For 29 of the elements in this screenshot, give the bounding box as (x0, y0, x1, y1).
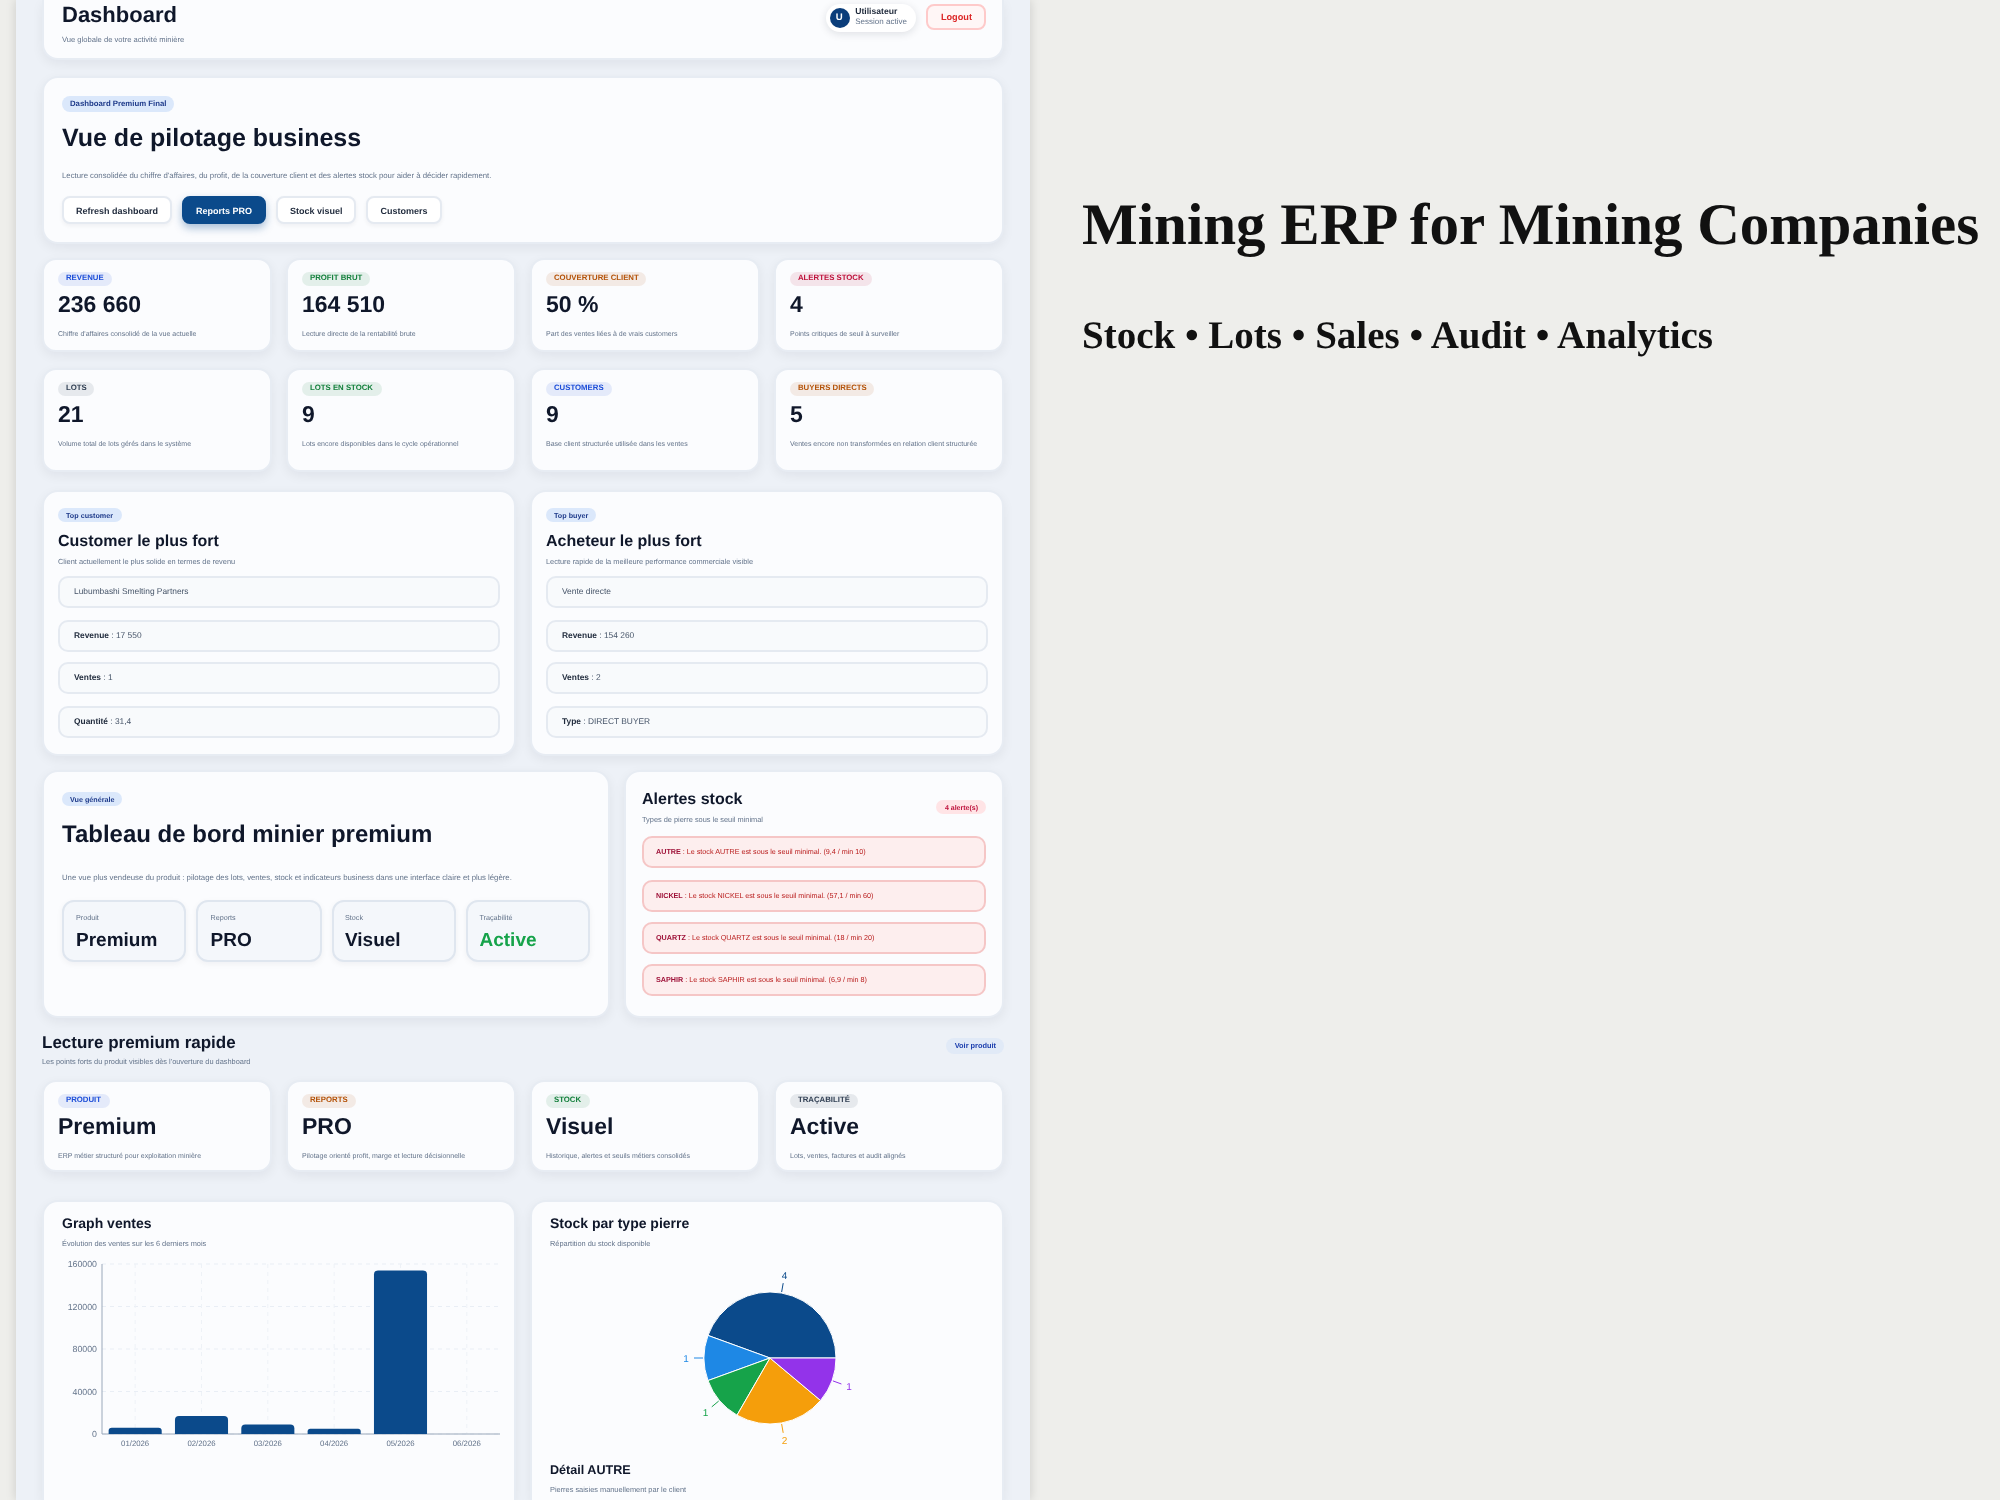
alerts-title: Alertes stock (642, 792, 743, 808)
stat-value: 164 510 (302, 296, 386, 320)
stat-value: Active (790, 1118, 860, 1142)
summary-value: Active (479, 932, 539, 952)
overview-title: Tableau de bord minier premium (62, 822, 433, 847)
stat-value: 5 (790, 406, 803, 430)
stat-value: 4 (790, 296, 803, 320)
stat-value: Visuel (546, 1118, 614, 1142)
summary-value: PRO (210, 932, 254, 952)
hero-title: Vue de pilotage business (62, 125, 362, 151)
section-title: Lecture premium rapide (42, 1034, 236, 1051)
chart-bar (241, 1425, 295, 1435)
page-title: Dashboard (62, 4, 177, 28)
stat-value: Premium (58, 1118, 157, 1142)
summary-value: Premium (76, 932, 160, 952)
stat-value: 236 660 (58, 296, 142, 320)
summary-value: Visuel (345, 932, 403, 952)
card-title: Acheteur le plus fort (546, 534, 702, 551)
stat-value: 9 (546, 406, 559, 430)
card-title: Customer le plus fort (58, 534, 219, 551)
stat-value: 9 (302, 406, 315, 430)
chart-bar (307, 1429, 361, 1435)
chart-bar (108, 1428, 162, 1435)
promo-tagline: Stock • Lots • Sales • Audit • Analytics (1082, 316, 1716, 360)
stat-value: 21 (58, 406, 84, 430)
stat-value: PRO (302, 1118, 352, 1142)
promo-title: Mining ERP for Mining Companies (1082, 194, 1982, 259)
stat-value: 50 % (546, 296, 599, 320)
chart-bar (174, 1416, 229, 1435)
